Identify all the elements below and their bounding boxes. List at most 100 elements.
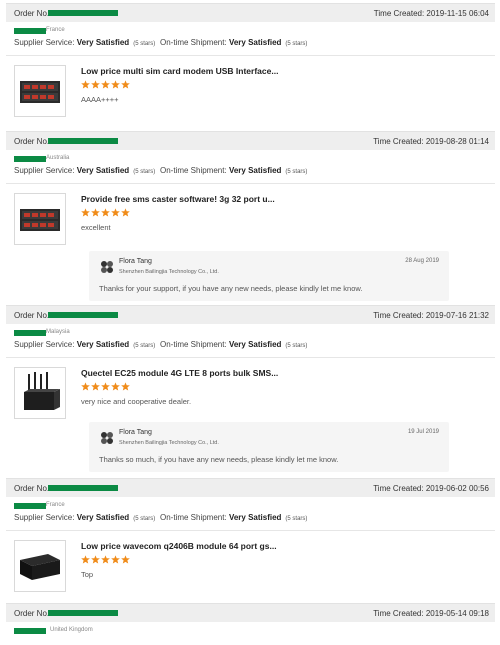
buyer-info: Malaysia [6,327,495,339]
star-icon [81,555,90,564]
supplier-service-rating: Supplier Service: Very Satisfied (5 stars… [14,166,155,175]
time-created-value: 2019-08-28 01:14 [425,137,489,146]
time-created: Time Created: 2019-11-15 06:04 [374,9,489,18]
time-created-label: Time Created: [373,484,424,493]
buyer-country: France [46,27,65,33]
star-rating [81,80,130,89]
shipment-value: Very Satisfied [228,340,282,349]
buyer-country: Malaysia [46,329,70,335]
buyer-country: United Kingdom [50,627,93,633]
reply-date: 19 Jul 2019 [407,429,439,435]
supplier-reply: Flora Tang Shenzhen Bailingjia Technolog… [89,422,449,472]
reply-date: 28 Aug 2019 [405,258,439,264]
shipment-value: Very Satisfied [228,166,282,175]
review-comment: AAAA++++ [81,95,119,104]
buyer-name-redacted [14,628,46,634]
product-title-link[interactable]: Provide free sms caster software! 3g 32 … [81,194,275,204]
star-icon [121,555,130,564]
shipment-value: Very Satisfied [228,513,282,522]
supplier-service-value: Very Satisfied [76,340,130,349]
supplier-service-rating: Supplier Service: Very Satisfied (5 stars… [14,38,155,47]
time-created-value: 2019-11-15 06:04 [426,9,489,18]
supplier-service-value: Very Satisfied [76,513,130,522]
reply-company: Shenzhen Bailingjia Technology Co., Ltd. [119,440,219,446]
star-icon [91,555,100,564]
order-no-label: Order No.: [14,311,52,320]
rating-summary: Supplier Service: Very Satisfied (5 stars… [6,165,495,177]
review-comment: Top [81,570,94,579]
reply-author: Flora Tang [119,429,152,436]
rating-summary: Supplier Service: Very Satisfied (5 stars… [6,37,495,49]
shipment-value: Very Satisfied [228,38,282,47]
order-header: Order No.: Time Created: 2019-05-14 09:1… [6,603,495,622]
time-created-value: 2019-05-14 09:18 [425,609,489,618]
star-icon [91,208,100,217]
star-rating [81,555,130,564]
time-created-label: Time Created: [373,137,424,146]
star-icon [91,80,100,89]
supplier-service-label: Supplier Service: [14,513,75,522]
time-created-label: Time Created: [373,311,424,320]
supplier-stars-count: (5 stars) [133,343,156,349]
review-card: Order No.: Time Created: 2019-08-28 01:1… [6,131,495,301]
rating-summary: Supplier Service: Very Satisfied (5 stars… [6,339,495,351]
product-thumbnail[interactable] [14,193,66,245]
star-icon [101,555,110,564]
order-no-label: Order No.: [14,609,52,618]
shipment-label: On-time Shipment: [160,166,227,175]
time-created-label: Time Created: [373,609,424,618]
shipment-label: On-time Shipment: [160,340,227,349]
buyer-info: France [6,25,495,37]
order-no-label: Order No.: [14,137,52,146]
supplier-reply: Flora Tang Shenzhen Bailingjia Technolog… [89,251,449,301]
supplier-service-label: Supplier Service: [14,38,75,47]
supplier-stars-count: (5 stars) [133,516,156,522]
shipment-rating: On-time Shipment: Very Satisfied (5 stars… [160,513,307,522]
star-icon [111,208,120,217]
order-number-redacted [48,610,118,616]
time-created: Time Created: 2019-05-14 09:18 [373,609,489,618]
star-rating [81,382,130,391]
buyer-info: Australia [6,153,495,165]
reply-text: Thanks for your support, if you have any… [99,284,363,293]
star-icon [111,382,120,391]
product-thumbnail[interactable] [14,65,66,117]
buyer-info: United Kingdom [6,625,495,637]
product-title-link[interactable]: Low price wavecom q2406B module 64 port … [81,541,277,551]
shipment-rating: On-time Shipment: Very Satisfied (5 stars… [160,340,307,349]
product-title-link[interactable]: Low price multi sim card modem USB Inter… [81,66,278,76]
product-title-link[interactable]: Quectel EC25 module 4G LTE 8 ports bulk … [81,368,278,378]
buyer-name-redacted [14,503,46,509]
supplier-service-label: Supplier Service: [14,166,75,175]
time-created: Time Created: 2019-07-16 21:32 [373,311,489,320]
product-row: Low price multi sim card modem USB Inter… [6,56,495,117]
buyer-name-redacted [14,330,46,336]
shipment-rating: On-time Shipment: Very Satisfied (5 stars… [160,166,307,175]
star-icon [121,382,130,391]
star-icon [101,382,110,391]
product-thumbnail[interactable] [14,540,66,592]
time-created-value: 2019-06-02 00:56 [425,484,489,493]
multi-sim-modem-pool-image [20,209,60,231]
star-icon [121,208,130,217]
buyer-name-redacted [14,156,46,162]
time-created-value: 2019-07-16 21:32 [425,311,489,320]
product-row: Low price wavecom q2406B module 64 port … [6,531,495,592]
order-number-redacted [48,138,118,144]
multi-sim-modem-pool-image [20,81,60,103]
product-thumbnail[interactable] [14,367,66,419]
buyer-country: Australia [46,155,70,161]
shipment-label: On-time Shipment: [160,513,227,522]
product-row: Quectel EC25 module 4G LTE 8 ports bulk … [6,358,495,419]
supplier-service-rating: Supplier Service: Very Satisfied (5 stars… [14,513,155,522]
star-icon [101,80,110,89]
star-icon [91,382,100,391]
lte-gateway-antennas-image [24,372,60,410]
order-header: Order No.: Time Created: 2019-11-15 06:0… [6,3,495,22]
buyer-info: France [6,500,495,512]
order-no-label: Order No.: [14,484,52,493]
supplier-stars-count: (5 stars) [133,41,156,47]
shipment-stars-count: (5 stars) [285,169,308,175]
shipment-stars-count: (5 stars) [285,41,308,47]
star-icon [81,382,90,391]
